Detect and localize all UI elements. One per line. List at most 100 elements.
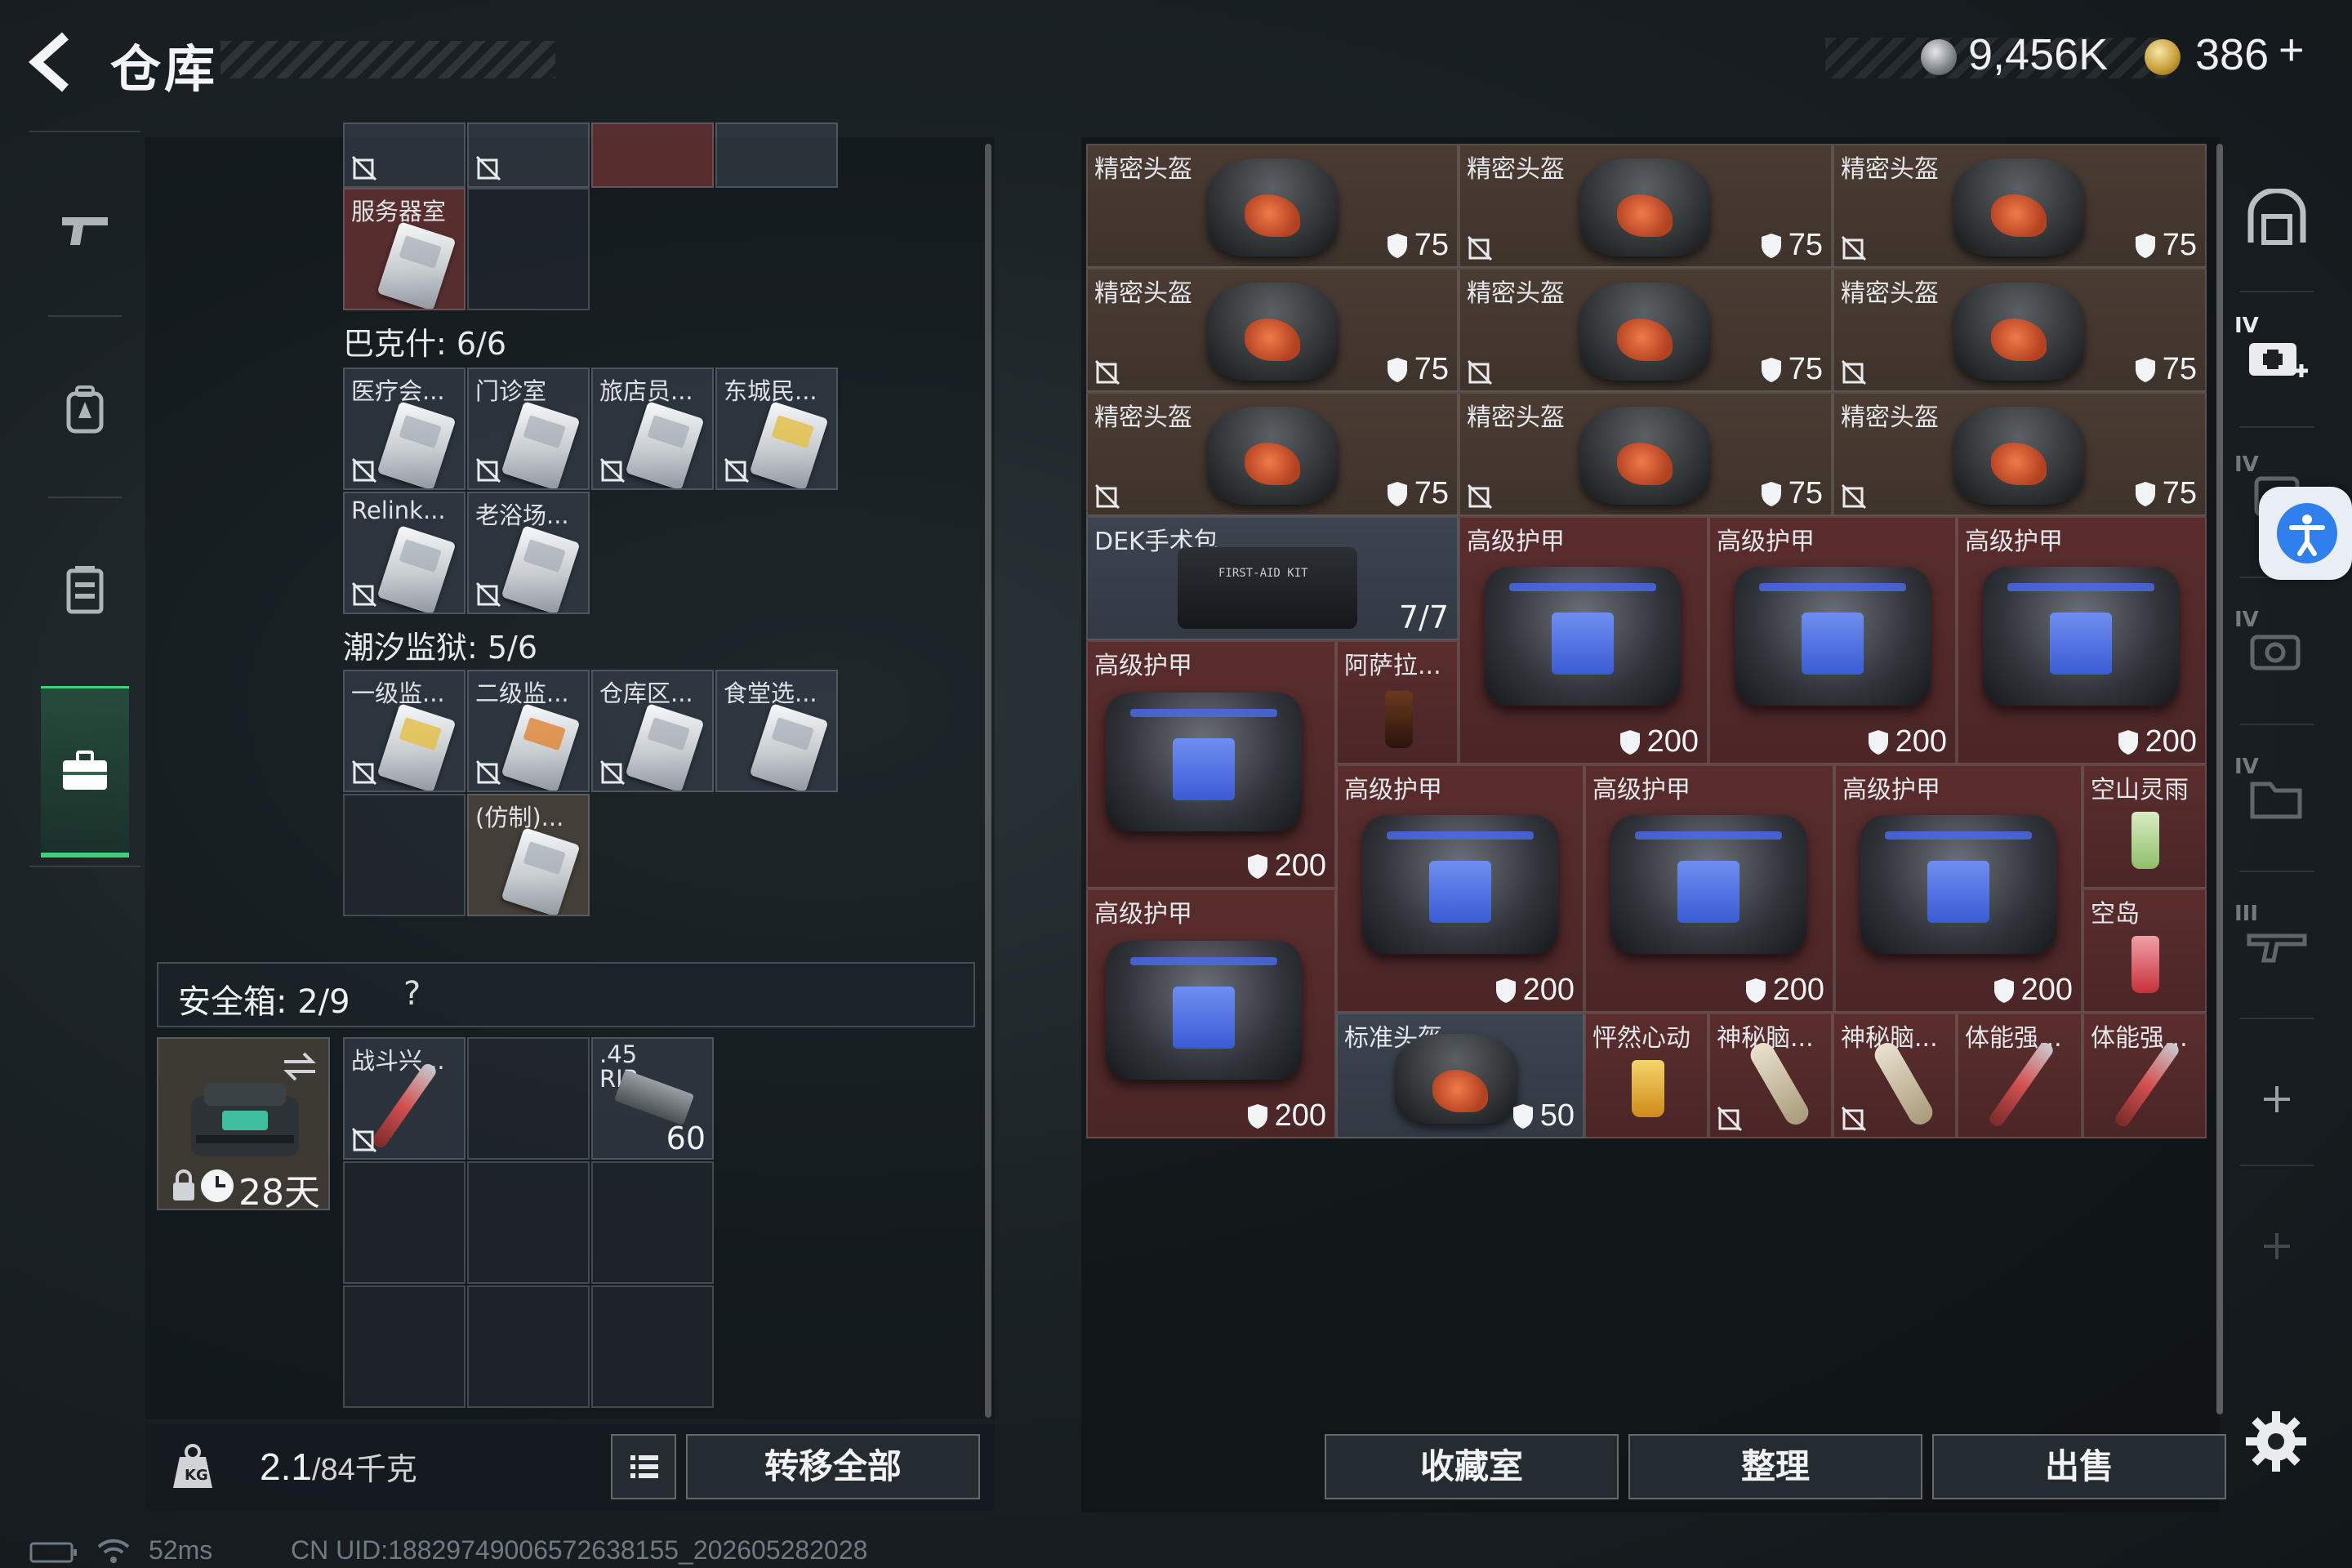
rail-safe[interactable]	[2228, 168, 2326, 266]
item-dek-surgery-kit[interactable]: DEK手术包 FIRST-AID KIT 7/7	[1086, 516, 1459, 640]
keycard-image	[749, 401, 829, 488]
item-advanced-armor[interactable]: 高级护甲 200	[1086, 640, 1336, 889]
safe-item-slot[interactable]: 战斗兴...	[343, 1037, 466, 1160]
right-panel-scrollbar[interactable]	[2216, 144, 2223, 1414]
nav-safebox-active[interactable]	[41, 686, 129, 858]
swap-icon[interactable]	[281, 1050, 318, 1083]
item-advanced-armor[interactable]: 高级护甲 200	[1708, 516, 1957, 764]
list-view-button[interactable]	[611, 1434, 676, 1499]
item-advanced-armor[interactable]: 高级护甲 200	[1584, 764, 1834, 1013]
rail-add-button[interactable]	[2228, 1050, 2326, 1148]
durability-value: 200	[1274, 1098, 1326, 1133]
settings-gear-icon[interactable]	[2239, 1405, 2313, 1478]
item-mystery-brain[interactable]: 神秘脑...	[1833, 1013, 1957, 1138]
key-slot[interactable]	[343, 122, 466, 188]
item-precision-helmet[interactable]: 精密头盔 75	[1459, 268, 1833, 392]
item-label: 精密头盔	[1467, 403, 1565, 432]
item-advanced-armor[interactable]: 高级护甲 200	[1834, 764, 2082, 1013]
item-label: 精密头盔	[1467, 279, 1565, 308]
key-slot[interactable]: 食堂选...	[715, 670, 838, 792]
item-precision-helmet[interactable]: 精密头盔 75	[1086, 392, 1459, 516]
safe-case-item[interactable]: 28天	[157, 1037, 330, 1214]
rail-folder-upgrade[interactable]: IV	[2228, 748, 2326, 846]
toolbox-icon	[63, 750, 107, 790]
shield-icon	[1761, 481, 1781, 506]
organize-button[interactable]: 整理	[1628, 1434, 1922, 1499]
item-advanced-armor[interactable]: 高级护甲 200	[1336, 764, 1584, 1013]
helmet-image	[1207, 407, 1338, 505]
tier-label: IV	[2234, 755, 2259, 779]
key-slot[interactable]	[715, 122, 838, 188]
item-kongshan-drink[interactable]: 空山灵雨	[2082, 764, 2207, 889]
key-slot[interactable]	[591, 122, 714, 188]
shield-icon	[1745, 978, 1766, 1003]
key-slot[interactable]	[467, 122, 590, 188]
key-slot[interactable]: 东城民...	[715, 368, 838, 490]
key-slot[interactable]: 老浴场...	[467, 492, 590, 614]
item-precision-helmet[interactable]: 精密头盔 75	[1459, 144, 1833, 268]
shield-icon	[1387, 357, 1407, 382]
nav-vest[interactable]	[29, 508, 140, 671]
item-precision-helmet[interactable]: 精密头盔 75	[1833, 144, 2207, 268]
item-label: 精密头盔	[1094, 279, 1192, 308]
back-arrow-icon[interactable]	[24, 29, 82, 95]
helmet-image	[1579, 283, 1710, 381]
item-precision-helmet[interactable]: 精密头盔 75	[1086, 268, 1459, 392]
item-label: 精密头盔	[1094, 155, 1192, 184]
left-panel-scrollbar[interactable]	[985, 144, 991, 1418]
rail-camera-upgrade[interactable]: IV	[2228, 601, 2326, 699]
item-stamina-stim[interactable]: 体能强...	[2082, 1013, 2207, 1138]
item-kongdao-drink[interactable]: 空岛	[2082, 889, 2207, 1013]
key-slot[interactable]: Relink...	[343, 492, 466, 614]
item-durability: 75	[1387, 352, 1449, 387]
rail-weapon-upgrade[interactable]: III	[2228, 895, 2326, 993]
key-slot[interactable]: 医疗会...	[343, 368, 466, 490]
item-stamina-stim[interactable]: 体能强...	[1957, 1013, 2082, 1138]
item-durability: 200	[1619, 724, 1699, 760]
item-durability: 200	[2118, 724, 2197, 760]
key-slot[interactable]: 旅店员...	[591, 368, 714, 490]
nav-weapons[interactable]	[29, 149, 140, 312]
key-slot[interactable]: 二级监...	[467, 670, 590, 792]
item-advanced-armor[interactable]: 高级护甲 200	[1957, 516, 2207, 764]
item-precision-helmet[interactable]: 精密头盔 75	[1833, 392, 2207, 516]
item-label: 高级护甲	[1592, 776, 1690, 804]
key-slot[interactable]: (仿制)...	[467, 794, 590, 916]
key-label: 一级监...	[351, 679, 445, 707]
key-server-room[interactable]: 服务器室	[343, 188, 466, 310]
item-advanced-armor[interactable]: 高级护甲 200	[1086, 889, 1336, 1138]
key-slot[interactable]: 一级监...	[343, 670, 466, 792]
key-label: 老浴场...	[475, 501, 569, 529]
item-precision-helmet[interactable]: 精密头盔 75	[1459, 392, 1833, 516]
accessibility-button[interactable]	[2259, 487, 2352, 580]
empty-slot	[343, 1285, 466, 1408]
shield-icon	[1512, 1103, 1533, 1129]
nav-backpack[interactable]	[29, 328, 140, 492]
sell-button[interactable]: 出售	[1932, 1434, 2226, 1499]
safebox-help-button[interactable]: ?	[403, 975, 421, 1013]
helmet-image	[1953, 283, 2084, 381]
item-mystery-brain[interactable]: 神秘脑...	[1708, 1013, 1833, 1138]
rail-medkit-upgrade[interactable]: IV	[2228, 307, 2326, 405]
weapon-upgrade-icon	[2247, 933, 2307, 963]
shield-icon	[1619, 729, 1640, 755]
item-pengran-drink[interactable]: 怦然心动	[1584, 1013, 1708, 1138]
page-title: 仓库	[110, 39, 219, 99]
item-standard-helmet[interactable]: 标准头盔 50	[1336, 1013, 1584, 1138]
item-precision-helmet[interactable]: 精密头盔 75	[1833, 268, 2207, 392]
item-asala-drink[interactable]: 阿萨拉...	[1336, 640, 1459, 764]
add-currency-button[interactable]: +	[2278, 24, 2305, 75]
durability-value: 50	[1539, 1098, 1575, 1133]
transfer-all-button[interactable]: 转移全部	[686, 1434, 980, 1499]
item-advanced-armor[interactable]: 高级护甲 200	[1459, 516, 1708, 764]
key-slot[interactable]: 门诊室	[467, 368, 590, 490]
key-slot[interactable]: 仓库区...	[591, 670, 714, 792]
durability-value: 200	[1895, 724, 1947, 759]
bakesh-section-label: 巴克什: 6/6	[343, 326, 507, 362]
armor-image	[1983, 567, 2179, 706]
shield-icon	[1868, 729, 1888, 755]
weight-current: 2.1	[260, 1446, 312, 1488]
item-precision-helmet[interactable]: 精密头盔 75	[1086, 144, 1459, 268]
collection-room-button[interactable]: 收藏室	[1325, 1434, 1619, 1499]
safe-item-slot[interactable]: .45 RIP 60	[591, 1037, 714, 1160]
